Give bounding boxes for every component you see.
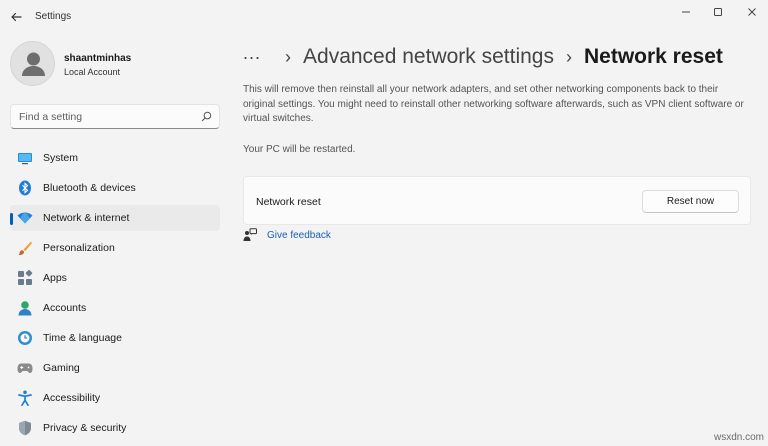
feedback-icon [243,228,257,241]
sidebar-item-time-language[interactable]: Time & language [10,325,220,351]
sidebar-item-apps[interactable]: Apps [10,265,220,291]
network-reset-card: Network reset Reset now [243,176,751,225]
sidebar-item-label: Network & internet [43,212,130,224]
app-title: Settings [35,11,72,22]
reset-description: This will remove then reinstall all your… [243,84,744,124]
page-title: Network reset [584,45,723,68]
close-icon [748,8,756,16]
gamepad-icon [17,360,33,376]
system-icon [17,150,33,166]
maximize-button[interactable] [707,4,729,20]
person-icon [17,300,33,316]
sidebar-item-label: System [43,152,79,164]
sidebar-item-accessibility[interactable]: Accessibility [10,385,220,411]
avatar [10,41,55,86]
sidebar-item-privacy-security[interactable]: Privacy & security [10,415,220,441]
back-arrow-icon [11,12,22,22]
breadcrumb: ... › Advanced network settings › Networ… [243,42,723,72]
profile-account-type: Local Account [64,67,121,77]
bluetooth-icon [17,180,33,196]
search-input[interactable] [11,105,191,128]
sidebar-item-bluetooth[interactable]: Bluetooth & devices [10,175,220,201]
search-box[interactable] [10,104,220,129]
sidebar-item-label: Privacy & security [43,422,127,434]
breadcrumb-separator-icon: › [285,46,292,67]
globe-clock-icon [17,330,33,346]
sidebar-item-label: Gaming [43,362,80,374]
person-avatar-icon [22,52,45,76]
apps-icon [17,270,33,286]
sidebar-item-network[interactable]: Network & internet [10,205,220,231]
sidebar-item-label: Apps [43,272,67,284]
network-reset-label: Network reset [256,196,321,208]
give-feedback-link[interactable]: Give feedback [267,230,331,241]
sidebar-item-label: Bluetooth & devices [43,182,136,194]
reset-now-button[interactable]: Reset now [642,190,739,213]
sidebar-item-system[interactable]: System [10,145,220,171]
breadcrumb-more-button[interactable]: ... [243,43,261,64]
shield-icon [17,420,33,436]
sidebar-nav: System Bluetooth & devices Network & int… [10,145,220,445]
breadcrumb-separator-icon: › [566,46,572,67]
sidebar-item-label: Accessibility [43,392,101,404]
brush-icon [17,240,33,256]
profile-username: shaantminhas [64,53,132,64]
close-button[interactable] [741,4,763,20]
restart-note: Your PC will be restarted. [243,144,356,155]
minimize-button[interactable] [675,4,697,20]
back-button[interactable] [6,7,26,27]
sidebar-item-label: Accounts [43,302,87,314]
watermark: wsxdn.com [713,432,764,443]
wifi-icon [17,210,33,226]
sidebar-item-label: Time & language [43,332,122,344]
sidebar-item-gaming[interactable]: Gaming [10,355,220,381]
maximize-icon [714,8,722,16]
sidebar-item-personalization[interactable]: Personalization [10,235,220,261]
user-profile[interactable]: shaantminhas Local Account [10,41,220,87]
breadcrumb-parent-link[interactable]: Advanced network settings [303,45,554,69]
title-bar: Settings [0,0,768,34]
minimize-icon [682,11,690,13]
accessibility-icon [17,390,33,406]
sidebar-item-label: Personalization [43,242,115,254]
sidebar-item-accounts[interactable]: Accounts [10,295,220,321]
search-icon[interactable] [201,111,212,122]
